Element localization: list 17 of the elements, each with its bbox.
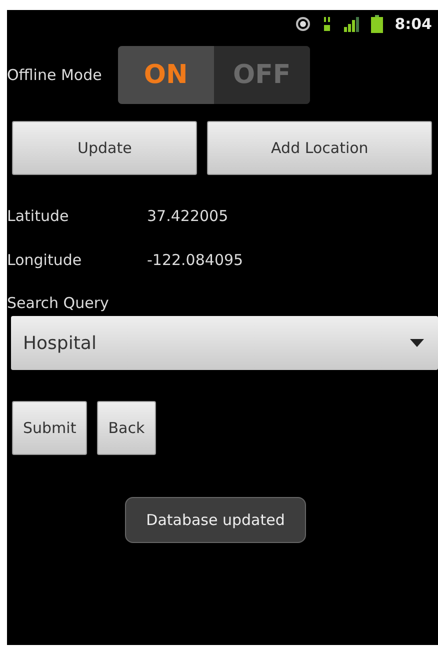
update-button[interactable]: Update [12, 121, 198, 175]
clock-time: 8:04 [394, 15, 432, 33]
battery-icon [370, 15, 383, 33]
search-query-label: Search Query [7, 294, 109, 312]
dropdown-caret-icon [410, 339, 424, 347]
add-location-button[interactable]: Add Location [207, 121, 432, 175]
back-button[interactable]: Back [97, 401, 156, 455]
coordinate-label: Latitude [7, 207, 70, 225]
signal-icon [342, 16, 359, 32]
offline-mode-label: Offline Mode [7, 66, 102, 84]
coordinate-label: Longitude [7, 251, 83, 269]
coordinate-value: 37.422005 [147, 207, 230, 225]
submit-button[interactable]: Submit [12, 401, 88, 455]
coordinate-value: -122.084095 [147, 251, 244, 269]
gps-icon [294, 16, 311, 32]
search-dropdown[interactable]: Hospital [11, 316, 438, 370]
toast-message: Database updated [125, 497, 306, 543]
